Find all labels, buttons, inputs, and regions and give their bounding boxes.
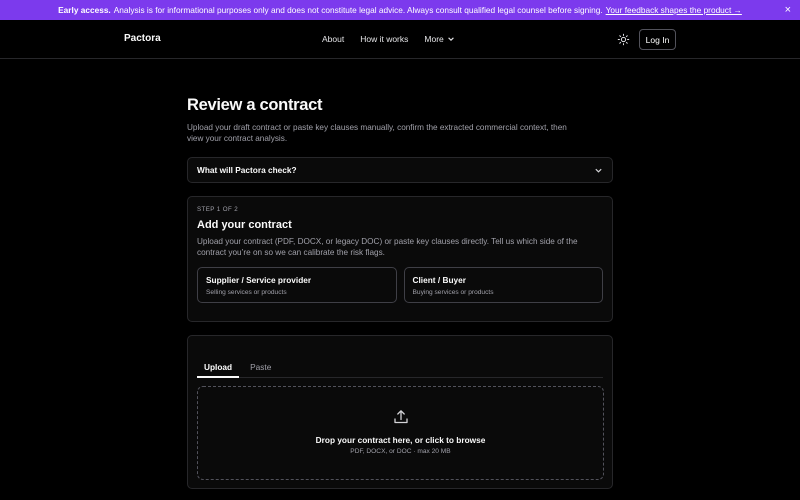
dropzone-subtitle: PDF, DOCX, or DOC · max 20 MB	[350, 448, 451, 455]
tab-paste[interactable]: Paste	[243, 358, 278, 378]
nav-links: About How it works More	[322, 34, 471, 44]
logo[interactable]: Pactora	[124, 33, 161, 44]
upload-icon	[394, 410, 408, 424]
contract-input-card: Upload Paste Drop your contract here, or…	[187, 335, 613, 489]
feedback-link[interactable]: Your feedback shapes the product →	[606, 5, 742, 15]
close-icon[interactable]: ×	[785, 3, 791, 17]
chevron-down-icon	[595, 168, 602, 173]
file-dropzone[interactable]: Drop your contract here, or click to bro…	[197, 386, 604, 480]
banner-label: Early access.	[58, 5, 111, 15]
card-title: Add your contract	[197, 219, 292, 231]
input-tabs: Upload Paste	[197, 358, 603, 378]
announcement-banner: Early access. Analysis is for informatio…	[0, 0, 800, 20]
nav-link-about[interactable]: About	[322, 34, 344, 44]
accordion-label: What will Pactora check?	[197, 165, 297, 175]
role-subtitle: Buying services or products	[412, 289, 494, 296]
nav-link-more: More	[424, 34, 444, 44]
page-subtitle: Upload your draft contract or paste key …	[187, 123, 567, 143]
page-title: Review a contract	[187, 96, 323, 114]
role-subtitle: Selling services or products	[206, 289, 287, 296]
chevron-down-icon	[447, 37, 454, 41]
what-will-check-accordion[interactable]: What will Pactora check?	[187, 157, 613, 183]
dropzone-title: Drop your contract here, or click to bro…	[315, 435, 486, 445]
step-indicator: STEP 1 OF 2	[197, 206, 239, 213]
nav-link-how-it-works[interactable]: How it works	[360, 34, 408, 44]
tab-upload[interactable]: Upload	[197, 358, 240, 378]
role-title: Client / Buyer	[412, 275, 466, 285]
sun-icon[interactable]	[617, 33, 630, 46]
role-options: Supplier / Service provider Selling serv…	[197, 267, 603, 303]
role-supplier-option[interactable]: Supplier / Service provider Selling serv…	[197, 267, 397, 303]
banner-message: Analysis is for informational purposes o…	[113, 5, 603, 15]
nav-more-dropdown[interactable]: More	[424, 34, 454, 44]
login-button[interactable]: Log In	[639, 29, 676, 50]
card-description: Upload your contract (PDF, DOCX, or lega…	[197, 237, 578, 257]
add-contract-card: STEP 1 OF 2 Add your contract Upload you…	[187, 196, 613, 322]
top-nav: Pactora About How it works More Log In	[0, 20, 800, 59]
role-client-option[interactable]: Client / Buyer Buying services or produc…	[403, 267, 603, 303]
role-title: Supplier / Service provider	[206, 275, 312, 285]
